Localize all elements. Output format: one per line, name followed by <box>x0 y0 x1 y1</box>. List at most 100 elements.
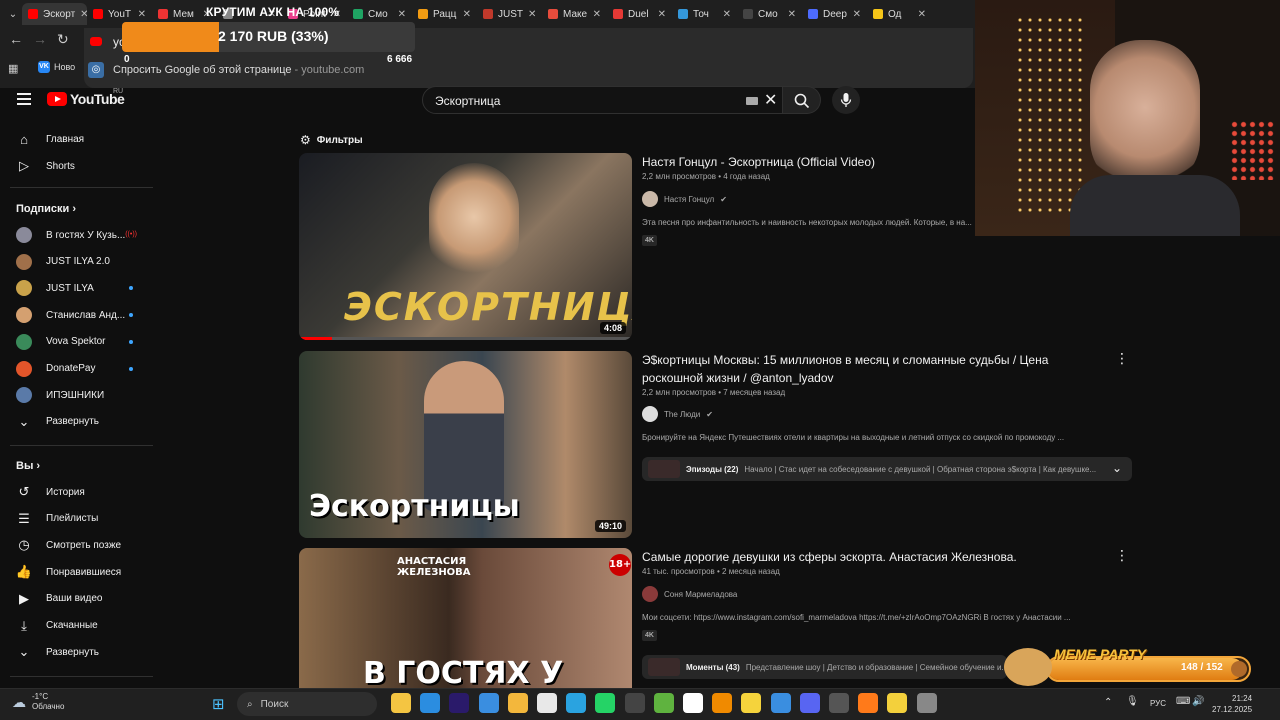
sidebar-item[interactable]: 👍 Понравившиеся <box>0 559 155 585</box>
volume-icon[interactable]: 🔊 <box>1192 696 1204 707</box>
whatsapp-icon[interactable] <box>595 693 616 713</box>
sidebar-item[interactable]: DonatePay <box>0 356 155 382</box>
video-thumbnail[interactable]: ЭСКОРТНИЦА 4:08 <box>299 153 632 340</box>
clock[interactable]: 21:24 27.12.2025 <box>1212 693 1252 715</box>
sidebar-item[interactable]: ⤓ Скачанные <box>0 613 155 639</box>
close-tab-icon[interactable]: ✕ <box>788 9 796 20</box>
tray-chevron-icon[interactable]: ⌃ <box>1104 697 1112 708</box>
sidebar-item[interactable]: ⌄ Развернуть <box>0 639 155 665</box>
apps-icon[interactable] <box>770 693 791 713</box>
close-tab-icon[interactable]: ✕ <box>463 9 471 20</box>
firefox-icon[interactable] <box>858 693 879 713</box>
chevron-down-icon[interactable]: ⌄ <box>1112 461 1122 475</box>
close-tab-icon[interactable]: ✕ <box>723 9 731 20</box>
bookmark-vk[interactable]: VK Ново <box>38 61 75 73</box>
video-thumbnail[interactable]: Эскортницы 49:10 <box>299 351 632 538</box>
subscriptions-title[interactable]: Подписки › <box>16 203 76 215</box>
store-icon[interactable] <box>478 693 499 713</box>
video-title[interactable]: Самые дорогие девушки из сферы эскорта. … <box>642 548 1082 566</box>
ask-google-suggestion[interactable]: Спросить Google об этой странице - youtu… <box>113 64 364 76</box>
close-tab-icon[interactable]: ✕ <box>80 9 87 20</box>
thumbnail-caption: АНАСТАСИЯ ЖЕЛЕЗНОВА <box>397 556 471 578</box>
browser-tab[interactable]: Смо ✕ <box>737 3 802 25</box>
taskbar-search[interactable]: ⌕ Поиск <box>237 692 377 716</box>
browser-tab[interactable]: Точ ✕ <box>672 3 737 25</box>
like-icon: 👍 <box>15 564 33 580</box>
browser-tab[interactable]: Маке ✕ <box>542 3 607 25</box>
yandex-icon[interactable] <box>683 693 703 713</box>
reaper-icon[interactable] <box>829 693 849 713</box>
more-actions-icon[interactable]: ⋮ <box>1115 547 1129 564</box>
reload-icon[interactable]: ↻ <box>57 31 69 48</box>
sidebar-item[interactable]: ☰ Плейлисты <box>0 506 155 532</box>
telegram-icon[interactable] <box>566 693 587 713</box>
utorrent-icon[interactable] <box>653 693 674 713</box>
close-tab-icon[interactable]: ✕ <box>918 9 926 20</box>
channel-link[interactable]: Настя Гонцул ✔ <box>642 191 727 207</box>
apps-grid-icon[interactable]: ▦ <box>8 62 18 75</box>
video-title[interactable]: Э$кортницы Москвы: 15 миллионов в месяц … <box>642 351 1082 387</box>
sidebar-item[interactable]: Станислав Анд... <box>0 302 155 328</box>
keyboard-icon[interactable] <box>746 97 758 105</box>
network-icon[interactable]: ⌨ <box>1176 696 1190 707</box>
sidebar-item[interactable]: ▶ Ваши видео <box>0 586 155 612</box>
weather-widget[interactable]: ☁ -1°C Облачно <box>12 692 64 712</box>
folder-icon[interactable] <box>507 693 528 713</box>
filters-button[interactable]: ⚙ Фильтры <box>300 133 363 147</box>
close-tab-icon[interactable]: ✕ <box>658 9 666 20</box>
tab-favicon-icon <box>743 9 753 19</box>
browser-tab[interactable]: Рацц ✕ <box>412 3 477 25</box>
premiere-icon[interactable] <box>449 693 470 713</box>
thumbnail-text: Эскортницы <box>309 489 520 524</box>
channel-link[interactable]: The Люди ✔ <box>642 406 713 422</box>
microphone-icon[interactable]: 🎙 <box>1126 696 1139 707</box>
browser-tab[interactable]: Од ✕ <box>867 3 932 25</box>
file-explorer-icon[interactable] <box>391 693 411 713</box>
you-section-title[interactable]: Вы › <box>16 460 40 472</box>
vk-icon: VK <box>38 61 50 73</box>
battery-icon[interactable] <box>887 693 908 713</box>
tab-list-chevron-icon[interactable]: ⌄ <box>4 9 22 20</box>
channel-link[interactable]: Соня Мармеладова <box>642 586 737 602</box>
browser-tab[interactable]: JUST ✕ <box>477 3 542 25</box>
sidebar-item[interactable]: ИПЭШНИКИ <box>0 382 155 408</box>
sidebar-item[interactable]: JUST ILYA 2.0 <box>0 249 155 275</box>
sidebar-item[interactable]: ▷ Shorts <box>0 153 155 179</box>
close-tab-icon[interactable]: ✕ <box>528 9 536 20</box>
browser-tab[interactable]: Duel ✕ <box>607 3 672 25</box>
settings-icon[interactable] <box>916 693 937 713</box>
search-button[interactable] <box>783 86 821 114</box>
language-indicator[interactable]: РУС <box>1150 699 1166 708</box>
sidebar-item[interactable]: ⌄ Развернуть <box>0 409 155 435</box>
clear-search-icon[interactable]: ✕ <box>764 90 777 110</box>
sidebar-item[interactable]: В гостях У Кузь... ((•)) <box>0 222 155 248</box>
auction-progress-fill <box>122 22 219 52</box>
sidebar-item[interactable]: Vova Spektor <box>0 329 155 355</box>
sidebar-item[interactable]: JUST ILYA <box>0 275 155 301</box>
close-tab-icon[interactable]: ✕ <box>853 9 861 20</box>
chrome-icon[interactable] <box>537 693 557 713</box>
close-tab-icon[interactable]: ✕ <box>593 9 601 20</box>
forward-icon[interactable]: → <box>33 31 47 47</box>
discord-icon[interactable] <box>799 693 820 713</box>
search-input[interactable]: Эскортница <box>435 94 500 108</box>
menu-icon[interactable] <box>17 93 31 108</box>
windows-start-icon[interactable]: ⊞ <box>212 695 225 713</box>
video-thumbnail[interactable]: АНАСТАСИЯ ЖЕЛЕЗНОВА 18+ В ГОСТЯХ У <box>299 548 632 688</box>
sidebar-item[interactable]: ⌂ Главная <box>0 126 155 152</box>
chapters-row[interactable]: Эпизоды (22) Начало | Стас идет на собес… <box>642 457 1132 481</box>
browser-tab[interactable]: Эскорт ✕ <box>22 3 87 25</box>
auction-max: 6 666 <box>387 54 413 65</box>
search-box[interactable]: Эскортница ✕ <box>422 86 783 114</box>
browser-tab[interactable]: Deep ✕ <box>802 3 867 25</box>
steam-icon[interactable] <box>624 693 645 713</box>
sidebar-item[interactable]: ◷ Смотреть позже <box>0 532 155 558</box>
more-actions-icon[interactable]: ⋮ <box>1115 350 1129 367</box>
voice-search-button[interactable] <box>832 86 860 114</box>
vlc-icon[interactable] <box>712 693 733 713</box>
chapters-row[interactable]: Моменты (43) Представление шоу | Детство… <box>642 655 1007 679</box>
back-icon[interactable]: ← <box>9 31 23 47</box>
notes-icon[interactable] <box>741 693 762 713</box>
edge-icon[interactable] <box>420 693 441 713</box>
sidebar-item[interactable]: ↺ История <box>0 479 155 505</box>
